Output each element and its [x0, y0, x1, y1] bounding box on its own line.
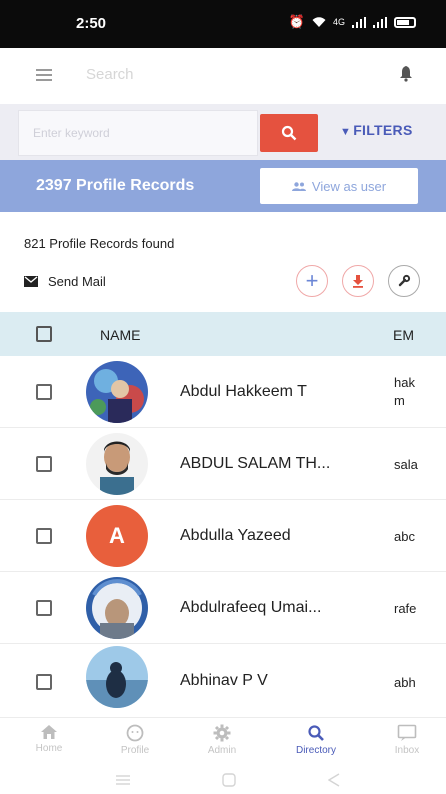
row-checkbox[interactable]	[36, 528, 52, 544]
table-row[interactable]: ABDUL SALAM TH... sala	[0, 428, 446, 500]
search-input[interactable]: Enter keyword	[18, 110, 258, 156]
column-header-name[interactable]: NAME	[100, 327, 140, 343]
download-button[interactable]	[342, 265, 374, 297]
nav-label: Inbox	[394, 745, 420, 756]
mail-icon	[24, 276, 38, 287]
filters-button[interactable]: ▼ FILTERS	[340, 122, 413, 138]
alarm-icon: ⏰	[288, 14, 305, 29]
bottom-nav: Home Profile Admin Directory Inbox	[0, 718, 446, 766]
nav-home[interactable]: Home	[9, 724, 89, 754]
menu-icon[interactable]	[36, 69, 52, 81]
select-all-checkbox[interactable]	[36, 326, 52, 342]
signal-icon	[352, 16, 366, 28]
view-as-user-button[interactable]: View as user	[260, 168, 418, 204]
row-checkbox[interactable]	[36, 600, 52, 616]
add-profile-button[interactable]: +	[296, 265, 328, 297]
search-area: Enter keyword ▼ FILTERS	[0, 104, 446, 160]
signal-icon-2	[373, 16, 387, 28]
nav-label: Profile	[120, 745, 150, 756]
records-found-text: 821 Profile Records found	[24, 236, 175, 251]
table-row[interactable]: A Abdulla Yazeed abc	[0, 500, 446, 572]
avatar: A	[86, 505, 148, 567]
people-icon	[291, 181, 306, 191]
profile-icon	[126, 724, 144, 742]
system-nav-bar	[0, 766, 446, 794]
avatar	[86, 577, 148, 639]
app-header: Search	[0, 48, 446, 104]
search-icon	[308, 725, 324, 741]
row-email: abh	[394, 675, 416, 690]
row-email: rafe	[394, 601, 417, 616]
battery-icon	[394, 16, 416, 28]
row-checkbox[interactable]	[36, 456, 52, 472]
status-bar: 2:50 ⏰ 4G	[0, 0, 446, 48]
avatar	[86, 361, 148, 423]
nav-label: Admin	[207, 745, 237, 756]
wifi-icon	[312, 17, 326, 27]
nav-profile[interactable]: Profile	[95, 724, 175, 756]
row-email: sala	[394, 457, 418, 472]
avatar	[86, 646, 148, 708]
row-name: Abdulla Yazeed	[180, 527, 291, 544]
column-header-email[interactable]: EM	[393, 327, 414, 343]
plus-icon: +	[305, 268, 319, 293]
avatar-letter: A	[86, 505, 148, 567]
nav-label: Directory	[295, 745, 336, 756]
download-icon	[353, 275, 363, 288]
search-icon	[281, 125, 297, 141]
send-mail-button[interactable]: Send Mail	[24, 274, 106, 289]
network-type: 4G	[332, 17, 345, 27]
nav-label: Home	[35, 743, 63, 754]
row-email: abc	[394, 529, 415, 544]
recent-apps-icon[interactable]	[116, 774, 130, 786]
table-row[interactable]: Abdulrafeeq Umai... rafe	[0, 572, 446, 644]
status-icons: ⏰ 4G	[289, 14, 416, 30]
bell-icon[interactable]	[399, 66, 413, 82]
view-as-user-label: View as user	[311, 178, 387, 194]
filter-icon: ▼	[340, 126, 352, 138]
row-email: hak m	[394, 375, 415, 408]
search-button[interactable]	[260, 114, 318, 152]
wrench-icon	[398, 274, 411, 287]
row-checkbox[interactable]	[36, 384, 52, 400]
row-name: Abhinav P V	[180, 672, 268, 689]
records-banner: 2397 Profile Records View as user	[0, 160, 446, 212]
total-records: 2397 Profile Records	[36, 177, 195, 194]
gear-icon	[213, 724, 231, 742]
row-checkbox[interactable]	[36, 674, 52, 690]
table-row[interactable]: Abdul Hakkeem T hak m	[0, 356, 446, 428]
header-search-input[interactable]: Search	[86, 66, 134, 83]
nav-directory[interactable]: Directory	[276, 724, 356, 756]
send-mail-label: Send Mail	[48, 274, 106, 289]
row-name: Abdul Hakkeem T	[180, 383, 307, 400]
tools-button[interactable]	[388, 265, 420, 297]
home-button-icon[interactable]	[222, 773, 236, 787]
row-name: Abdulrafeeq Umai...	[180, 599, 322, 616]
filters-label: FILTERS	[353, 122, 413, 138]
inbox-icon	[397, 724, 417, 741]
avatar	[86, 433, 148, 495]
nav-admin[interactable]: Admin	[182, 724, 262, 756]
home-icon	[41, 725, 57, 739]
nav-inbox[interactable]: Inbox	[367, 724, 446, 756]
status-time: 2:50	[76, 15, 107, 32]
table-row[interactable]: Abhinav P V abh	[0, 644, 446, 718]
row-name: ABDUL SALAM TH...	[180, 455, 331, 472]
table-header: NAME EM	[0, 312, 446, 356]
back-icon[interactable]	[328, 773, 340, 787]
